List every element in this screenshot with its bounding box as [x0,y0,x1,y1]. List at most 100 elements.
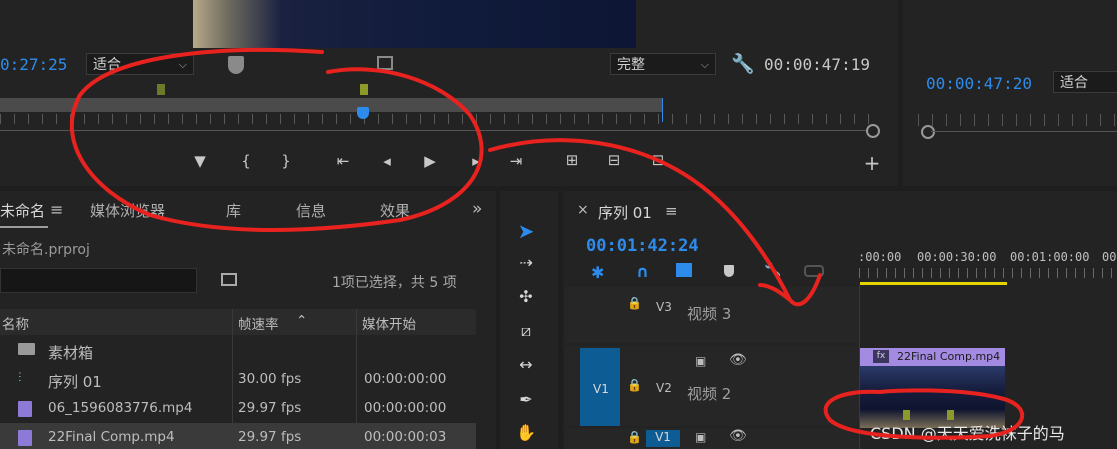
list-item-selected[interactable]: 22Final Comp.mp4 29.97 fps 00:00:00:03 [0,423,476,449]
sync-lock-icon[interactable]: ▣ [695,430,706,444]
razor-tool-icon[interactable]: ⧄ [512,317,540,345]
track-target-v3[interactable]: V3 [656,300,672,314]
pen-tool-icon[interactable]: ✒ [512,386,540,414]
item-fps: 29.97 fps [238,400,302,416]
list-item[interactable]: 06_1596083776.mp4 29.97 fps 00:00:00:00 [0,394,476,423]
lock-icon[interactable]: 🔒 [627,430,642,444]
step-forward-button[interactable]: ▸ [464,152,488,170]
source-patch-v1[interactable]: V1 [580,348,620,426]
track-name: 视频 3 [687,305,732,323]
sync-lock-icon[interactable]: ▣ [695,354,706,368]
eye-icon[interactable]: 👁 [729,428,747,444]
tab-effects[interactable]: 效果 [380,200,410,221]
ripple-edit-tool-icon[interactable]: ✣ [512,283,540,311]
tab-libraries[interactable]: 库 [226,200,241,221]
source-ruler[interactable] [0,114,870,124]
track-header-v1[interactable]: 🔒 V1 ▣ 👁 [565,428,859,449]
settings-wrench-icon[interactable]: 🔧 [764,262,781,278]
add-button[interactable]: + [860,151,884,175]
hand-tool-icon[interactable]: ✋ [512,419,540,447]
playhead-icon[interactable] [357,107,369,119]
watermark: CSDN @天天爱洗袜子的马 [870,424,1065,443]
new-search-bin-icon[interactable] [221,273,237,286]
sequence-tab[interactable]: 序列 01 [598,202,652,223]
go-to-in-button[interactable]: ⇤ [331,152,355,170]
track-target-v1[interactable]: V1 [646,430,680,447]
program-monitor: 00:00:47:20 适合 [903,0,1117,186]
close-icon[interactable]: × [577,202,589,218]
item-media-start: 00:00:00:03 [364,429,447,445]
program-zoom-handle-icon[interactable] [921,125,935,139]
item-media-start: 00:00:00:00 [364,371,447,387]
program-ruler[interactable] [918,114,1117,126]
ruler-label: 00:01:00:00 [1010,250,1090,264]
add-marker-button[interactable]: ▼ [188,152,212,170]
film-settings-icon[interactable] [377,56,393,70]
marker-shield-icon[interactable] [228,56,244,74]
tab-menu-icon[interactable]: ≡ [50,200,63,219]
slip-tool-icon[interactable]: ↔ [512,351,540,379]
track-target-v2[interactable]: V2 [656,381,672,395]
search-input[interactable] [0,268,197,293]
linked-selection-icon[interactable] [676,263,692,277]
overwrite-button[interactable]: ⊟ [602,151,626,169]
go-to-out-button[interactable]: ⇥ [504,152,528,170]
more-tabs-icon[interactable]: » [472,199,482,219]
zoom-handle-icon[interactable] [866,124,880,138]
quality-dropdown-value: 完整 [617,57,645,73]
snap-icon[interactable]: ∩ [636,262,649,281]
step-back-button[interactable]: ◂ [375,152,399,170]
source-monitor: 0:27:25 适合 ⌵ 完整 ⌵ 🔧 00:00:47:19 ▼ { } ⇤ … [0,0,898,186]
timeline-clip[interactable]: fx 22Final Comp.mp4 [860,348,1005,428]
program-timecode: 00:00:47:20 [926,74,1032,93]
marker-icon[interactable] [157,84,165,95]
selection-tool-icon[interactable]: ➤ [512,217,540,245]
export-frame-button[interactable]: ⊡ [646,151,670,169]
sort-ascending-icon[interactable]: ⌃ [296,313,307,329]
nest-icon[interactable]: ✱ [591,263,604,282]
fit-dropdown[interactable]: 适合 ⌵ [86,53,194,75]
zoom-scrollbar[interactable] [0,130,868,131]
source-patch-label: V1 [593,382,609,396]
captions-icon[interactable] [804,265,824,277]
keyframe-marker-icon[interactable] [903,410,910,420]
tab-info[interactable]: 信息 [296,200,326,221]
add-marker-icon[interactable] [724,265,734,277]
timeline-timecode[interactable]: 00:01:42:24 [586,236,699,256]
item-fps: 29.97 fps [238,429,302,445]
mark-in-button[interactable]: { [234,152,258,170]
tab-media-browser[interactable]: 媒体浏览器 [90,200,165,221]
track-header-v2[interactable]: V1 ▣ 👁 🔒 V2 视频 2 [565,346,859,426]
item-name: 序列 01 [48,373,102,391]
timeline-ruler-ticks[interactable] [859,268,1117,278]
column-fps[interactable]: 帧速率 [238,313,279,333]
mark-out-button[interactable]: } [274,152,298,170]
play-button[interactable]: ▶ [418,152,442,170]
keyframe-marker-icon[interactable] [947,410,954,420]
lock-icon[interactable]: 🔒 [627,296,642,310]
source-duration: 00:00:47:19 [764,55,870,74]
ruler-label: 00:0 [1102,250,1117,264]
item-name: 素材箱 [48,344,94,362]
track-select-tool-icon[interactable]: ⇢ [512,249,540,277]
source-timeline-bar[interactable] [0,98,663,112]
work-area-bar[interactable] [860,282,1007,285]
list-item[interactable]: 素材箱 [0,336,476,365]
column-name[interactable]: 名称 [2,313,29,333]
ruler-label: 00:00:30:00 [917,250,997,264]
program-scrollbar[interactable] [931,131,1117,132]
marker-icon[interactable] [360,84,368,95]
track-header-v3[interactable]: 🔒 V3 视频 3 [565,287,859,343]
insert-button[interactable]: ⊞ [560,151,584,169]
sequence-menu-icon[interactable]: ≡ [665,202,678,220]
tab-project[interactable]: 未命名 [0,200,45,221]
column-media-start[interactable]: 媒体开始 [362,313,416,333]
chevron-down-icon: ⌵ [178,58,187,71]
quality-dropdown[interactable]: 完整 ⌵ [610,53,716,75]
lock-icon[interactable]: 🔒 [627,378,642,392]
program-fit-dropdown[interactable]: 适合 [1053,71,1117,93]
eye-icon[interactable]: 👁 [729,352,747,368]
video-clip-icon [18,401,32,417]
list-item[interactable]: ⫶ 序列 01 30.00 fps 00:00:00:00 [0,365,476,394]
wrench-icon[interactable]: 🔧 [731,52,755,75]
